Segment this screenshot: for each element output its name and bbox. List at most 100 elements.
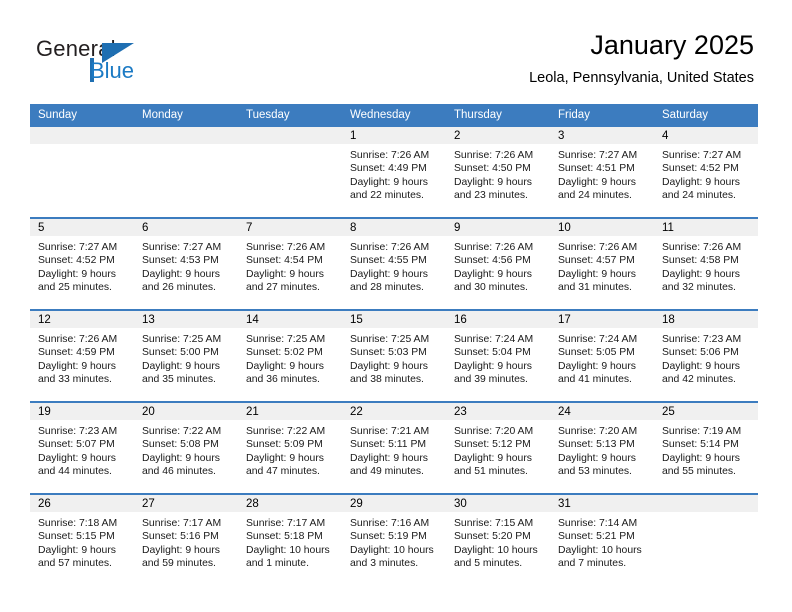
day-cell-inner: 20 Sunrise: 7:22 AM Sunset: 5:08 PM Dayligh… xyxy=(134,403,238,491)
calendar-day-cell[interactable]: 30 Sunrise: 7:15 AM Sunset: 5:20 PM Dayligh… xyxy=(446,494,550,585)
sunrise-text: Sunrise: 7:22 AM xyxy=(142,426,222,437)
sunrise-text: Sunrise: 7:15 AM xyxy=(454,518,534,529)
daylight-text-line2: and 59 minutes. xyxy=(142,558,216,570)
sunset-text: Sunset: 4:55 PM xyxy=(350,255,427,267)
day-number: 29 xyxy=(342,495,446,512)
daylight-text-line2: and 23 minutes. xyxy=(454,190,528,202)
calendar-day-cell[interactable]: 15 Sunrise: 7:25 AM Sunset: 5:03 PM Dayligh… xyxy=(342,310,446,402)
daylight-text-line1: Daylight: 9 hours xyxy=(558,360,636,372)
calendar-day-cell[interactable]: 26 Sunrise: 7:18 AM Sunset: 5:15 PM Dayligh… xyxy=(30,494,134,585)
calendar-day-cell[interactable]: 2 Sunrise: 7:26 AM Sunset: 4:50 PM Daylight… xyxy=(446,127,550,218)
day-number: 22 xyxy=(342,403,446,420)
daylight-text-line1: Daylight: 10 hours xyxy=(454,544,538,556)
calendar-day-cell[interactable]: 8 Sunrise: 7:26 AM Sunset: 4:55 PM Daylight… xyxy=(342,218,446,310)
calendar-day-cell[interactable]: 11 Sunrise: 7:26 AM Sunset: 4:58 PM Dayligh… xyxy=(654,218,758,310)
sunset-text: Sunset: 5:06 PM xyxy=(662,347,739,359)
calendar-day-cell[interactable]: 9 Sunrise: 7:26 AM Sunset: 4:56 PM Daylight… xyxy=(446,218,550,310)
day-cell-details: Sunrise: 7:25 AM Sunset: 5:00 PM Daylight:… xyxy=(134,328,238,387)
daylight-text-line1: Daylight: 9 hours xyxy=(142,544,220,556)
day-number: 25 xyxy=(654,403,758,420)
day-number: 10 xyxy=(550,219,654,236)
weekday-header-monday: Monday xyxy=(134,104,238,127)
day-cell-details: Sunrise: 7:23 AM Sunset: 5:06 PM Daylight:… xyxy=(654,328,758,387)
calendar-day-cell[interactable]: 25 Sunrise: 7:19 AM Sunset: 5:14 PM Dayligh… xyxy=(654,402,758,494)
day-cell-inner: 10 Sunrise: 7:26 AM Sunset: 4:57 PM Dayligh… xyxy=(550,219,654,307)
page-header: General Blue January 2025 Leola, Pennsyl… xyxy=(0,0,792,104)
daylight-text-line2: and 51 minutes. xyxy=(454,466,528,478)
day-cell-inner: 11 Sunrise: 7:26 AM Sunset: 4:58 PM Dayligh… xyxy=(654,219,758,307)
sunset-text: Sunset: 4:59 PM xyxy=(38,347,115,359)
day-number: 20 xyxy=(134,403,238,420)
calendar-day-cell xyxy=(134,127,238,218)
day-cell-inner: 21 Sunrise: 7:22 AM Sunset: 5:09 PM Dayligh… xyxy=(238,403,342,491)
sunrise-text: Sunrise: 7:26 AM xyxy=(454,150,534,161)
day-cell-inner xyxy=(134,127,238,215)
daylight-text-line2: and 39 minutes. xyxy=(454,374,528,386)
day-cell-details: Sunrise: 7:16 AM Sunset: 5:19 PM Daylight:… xyxy=(342,512,446,571)
day-cell-inner: 19 Sunrise: 7:23 AM Sunset: 5:07 PM Dayligh… xyxy=(30,403,134,491)
sunrise-text: Sunrise: 7:25 AM xyxy=(246,334,326,345)
sunset-text: Sunset: 4:52 PM xyxy=(662,163,739,175)
calendar-day-cell[interactable]: 24 Sunrise: 7:20 AM Sunset: 5:13 PM Dayligh… xyxy=(550,402,654,494)
calendar-day-cell[interactable]: 21 Sunrise: 7:22 AM Sunset: 5:09 PM Dayligh… xyxy=(238,402,342,494)
day-cell-inner xyxy=(238,127,342,215)
sunset-text: Sunset: 5:09 PM xyxy=(246,439,323,451)
calendar-day-cell[interactable]: 23 Sunrise: 7:20 AM Sunset: 5:12 PM Dayligh… xyxy=(446,402,550,494)
calendar-day-cell[interactable]: 14 Sunrise: 7:25 AM Sunset: 5:02 PM Dayligh… xyxy=(238,310,342,402)
calendar-day-cell[interactable]: 7 Sunrise: 7:26 AM Sunset: 4:54 PM Daylight… xyxy=(238,218,342,310)
calendar-day-cell[interactable]: 16 Sunrise: 7:24 AM Sunset: 5:04 PM Dayligh… xyxy=(446,310,550,402)
day-number: 9 xyxy=(446,219,550,236)
calendar-day-cell[interactable]: 17 Sunrise: 7:24 AM Sunset: 5:05 PM Dayligh… xyxy=(550,310,654,402)
sunset-text: Sunset: 5:20 PM xyxy=(454,531,531,543)
calendar-day-cell[interactable]: 28 Sunrise: 7:17 AM Sunset: 5:18 PM Dayligh… xyxy=(238,494,342,585)
calendar-day-cell[interactable]: 13 Sunrise: 7:25 AM Sunset: 5:00 PM Dayligh… xyxy=(134,310,238,402)
calendar-week-row: 12 Sunrise: 7:26 AM Sunset: 4:59 PM Dayligh… xyxy=(30,310,758,402)
daylight-text-line1: Daylight: 9 hours xyxy=(246,268,324,280)
calendar-day-cell[interactable]: 5 Sunrise: 7:27 AM Sunset: 4:52 PM Daylight… xyxy=(30,218,134,310)
sunrise-text: Sunrise: 7:25 AM xyxy=(142,334,222,345)
daylight-text-line1: Daylight: 9 hours xyxy=(350,268,428,280)
sunset-text: Sunset: 5:02 PM xyxy=(246,347,323,359)
sunset-text: Sunset: 4:56 PM xyxy=(454,255,531,267)
daylight-text-line2: and 25 minutes. xyxy=(38,282,112,294)
day-number: 26 xyxy=(30,495,134,512)
calendar-day-cell[interactable]: 19 Sunrise: 7:23 AM Sunset: 5:07 PM Dayligh… xyxy=(30,402,134,494)
sunset-text: Sunset: 5:03 PM xyxy=(350,347,427,359)
day-cell-details: Sunrise: 7:15 AM Sunset: 5:20 PM Daylight:… xyxy=(446,512,550,571)
calendar-day-cell[interactable]: 1 Sunrise: 7:26 AM Sunset: 4:49 PM Daylight… xyxy=(342,127,446,218)
day-cell-details: Sunrise: 7:18 AM Sunset: 5:15 PM Daylight:… xyxy=(30,512,134,571)
calendar-day-cell[interactable]: 6 Sunrise: 7:27 AM Sunset: 4:53 PM Daylight… xyxy=(134,218,238,310)
calendar-day-cell[interactable]: 3 Sunrise: 7:27 AM Sunset: 4:51 PM Daylight… xyxy=(550,127,654,218)
calendar-day-cell[interactable]: 12 Sunrise: 7:26 AM Sunset: 4:59 PM Dayligh… xyxy=(30,310,134,402)
calendar-day-cell[interactable]: 27 Sunrise: 7:17 AM Sunset: 5:16 PM Dayligh… xyxy=(134,494,238,585)
calendar-day-cell[interactable]: 10 Sunrise: 7:26 AM Sunset: 4:57 PM Dayligh… xyxy=(550,218,654,310)
calendar-day-cell[interactable]: 22 Sunrise: 7:21 AM Sunset: 5:11 PM Dayligh… xyxy=(342,402,446,494)
sunrise-text: Sunrise: 7:26 AM xyxy=(246,242,326,253)
daylight-text-line2: and 30 minutes. xyxy=(454,282,528,294)
sunset-text: Sunset: 5:16 PM xyxy=(142,531,219,543)
calendar-week-row: 26 Sunrise: 7:18 AM Sunset: 5:15 PM Dayligh… xyxy=(30,494,758,585)
sunrise-text: Sunrise: 7:27 AM xyxy=(142,242,222,253)
page-subtitle: Leola, Pennsylvania, United States xyxy=(529,70,754,86)
daylight-text-line1: Daylight: 9 hours xyxy=(662,268,740,280)
day-cell-details: Sunrise: 7:17 AM Sunset: 5:16 PM Daylight:… xyxy=(134,512,238,571)
sunset-text: Sunset: 5:13 PM xyxy=(558,439,635,451)
daylight-text-line2: and 47 minutes. xyxy=(246,466,320,478)
day-cell-details: Sunrise: 7:26 AM Sunset: 4:58 PM Daylight:… xyxy=(654,236,758,295)
sunrise-text: Sunrise: 7:20 AM xyxy=(454,426,534,437)
calendar-day-cell[interactable]: 29 Sunrise: 7:16 AM Sunset: 5:19 PM Dayligh… xyxy=(342,494,446,585)
day-number xyxy=(238,127,342,144)
calendar-day-cell[interactable]: 31 Sunrise: 7:14 AM Sunset: 5:21 PM Dayligh… xyxy=(550,494,654,585)
day-number: 2 xyxy=(446,127,550,144)
daylight-text-line1: Daylight: 9 hours xyxy=(454,360,532,372)
day-cell-inner: 1 Sunrise: 7:26 AM Sunset: 4:49 PM Daylight… xyxy=(342,127,446,215)
day-cell-inner: 8 Sunrise: 7:26 AM Sunset: 4:55 PM Daylight… xyxy=(342,219,446,307)
day-cell-details: Sunrise: 7:26 AM Sunset: 4:50 PM Daylight:… xyxy=(446,144,550,203)
day-cell-inner: 16 Sunrise: 7:24 AM Sunset: 5:04 PM Dayligh… xyxy=(446,311,550,399)
daylight-text-line1: Daylight: 9 hours xyxy=(454,268,532,280)
daylight-text-line1: Daylight: 9 hours xyxy=(558,176,636,188)
calendar-day-cell[interactable]: 4 Sunrise: 7:27 AM Sunset: 4:52 PM Daylight… xyxy=(654,127,758,218)
day-cell-details: Sunrise: 7:26 AM Sunset: 4:55 PM Daylight:… xyxy=(342,236,446,295)
calendar-day-cell[interactable]: 20 Sunrise: 7:22 AM Sunset: 5:08 PM Dayligh… xyxy=(134,402,238,494)
calendar-day-cell[interactable]: 18 Sunrise: 7:23 AM Sunset: 5:06 PM Dayligh… xyxy=(654,310,758,402)
